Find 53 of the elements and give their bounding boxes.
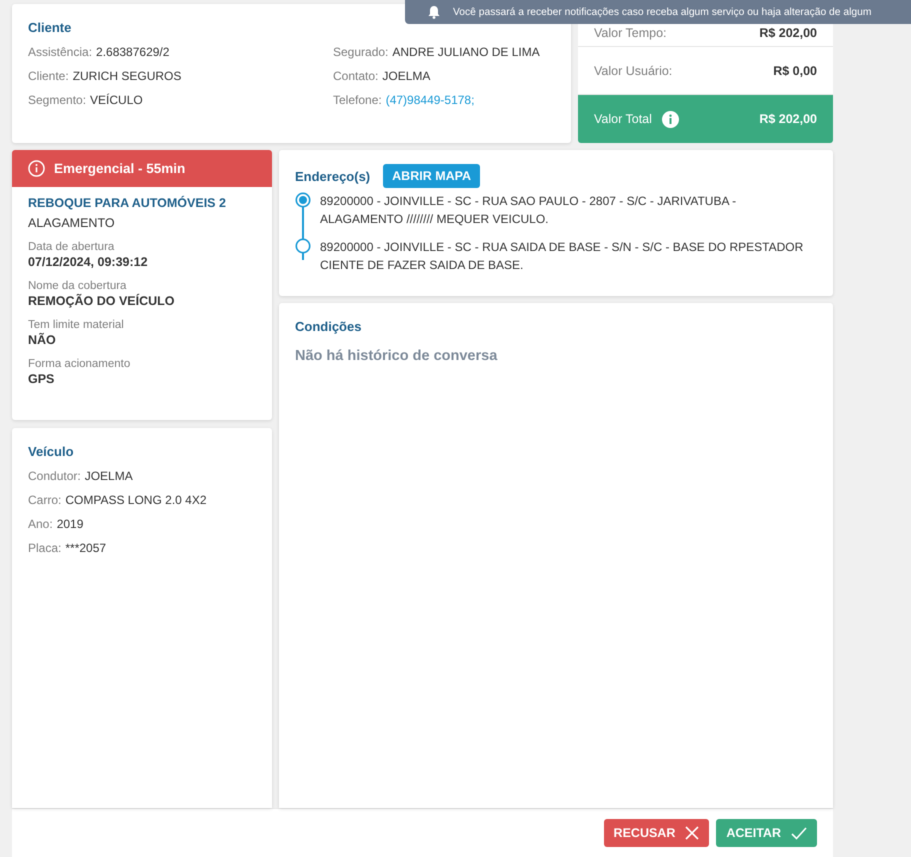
field-label: Segmento: bbox=[28, 93, 86, 107]
field-value: JOELMA bbox=[382, 69, 430, 83]
detail-label: Nome da cobertura bbox=[28, 280, 128, 292]
field-value: 2.68387629/2 bbox=[96, 45, 170, 59]
field-label: Condutor: bbox=[28, 469, 81, 483]
check-icon bbox=[791, 826, 807, 840]
card-title: Veículo bbox=[28, 444, 75, 459]
total-value: R$ 202,00 bbox=[759, 112, 817, 126]
value-amount: R$ 202,00 bbox=[759, 26, 817, 40]
accept-button[interactable]: ACEITAR bbox=[716, 819, 817, 847]
total-label: Valor Total bbox=[594, 112, 652, 126]
detail-value: 07/12/2024, 09:39:12 bbox=[28, 255, 149, 269]
detail-label: Tem limite material bbox=[28, 319, 125, 331]
detail-value: GPS bbox=[28, 372, 56, 386]
field-value: VEÍCULO bbox=[90, 93, 143, 107]
field-label: Segurado: bbox=[333, 45, 388, 59]
info-icon[interactable] bbox=[662, 110, 679, 128]
field-value: COMPASS LONG 2.0 4X2 bbox=[65, 493, 207, 507]
detail-value: NÃO bbox=[28, 333, 57, 347]
service-title: REBOQUE PARA AUTOMÓVEIS 2 bbox=[28, 196, 227, 210]
open-map-button[interactable]: ABRIR MAPA bbox=[383, 164, 480, 188]
alert-text: Emergencial - 55min bbox=[54, 161, 186, 176]
field-value: ZURICH SEGUROS bbox=[72, 69, 182, 83]
value-label: Valor Usuário: bbox=[594, 64, 674, 78]
value-amount: R$ 0,00 bbox=[773, 64, 817, 78]
address-text: 89200000 - JOINVILLE - SC - RUA SAIDA DE BASE - S/N - S/C - BASE DO RPESTADOR CIENTE DE FAZER SAIDA DE BASE. bbox=[320, 239, 804, 274]
phone-link[interactable]: (47)98449-5178; bbox=[386, 93, 474, 107]
field-value: ***2057 bbox=[65, 541, 106, 555]
field-label: Telefone: bbox=[333, 93, 382, 107]
info-icon bbox=[28, 160, 45, 177]
detail-label: Forma acionamento bbox=[28, 358, 132, 370]
card-title: Condições bbox=[295, 319, 362, 334]
toast-text: Você passará a receber notificações caso receba algum serviço ou haja alteração de algum bbox=[453, 6, 872, 18]
field-label: Contato: bbox=[333, 69, 378, 83]
field-value: JOELMA bbox=[84, 469, 133, 483]
bell-icon bbox=[427, 5, 441, 19]
field-value: 2019 bbox=[56, 517, 84, 531]
card-title: Cliente bbox=[28, 20, 72, 35]
card-title: Endereço(s) bbox=[295, 168, 370, 184]
close-icon bbox=[685, 826, 700, 840]
field-label: Assistência: bbox=[28, 45, 92, 59]
detail-label: Data de abertura bbox=[28, 241, 116, 253]
field-label: Carro: bbox=[28, 493, 62, 507]
detail-value: REMOÇÃO DO VEÍCULO bbox=[28, 294, 176, 308]
empty-message: Não há histórico de conversa bbox=[295, 348, 498, 364]
service-subtitle: ALAGAMENTO bbox=[28, 216, 116, 230]
field-label: Placa: bbox=[28, 541, 62, 555]
field-label: Ano: bbox=[28, 517, 53, 531]
field-label: Cliente: bbox=[28, 69, 69, 83]
value-label: Valor Tempo: bbox=[594, 26, 668, 40]
address-text: 89200000 - JOINVILLE - SC - RUA SAO PAULO - 2807 - S/C - JARIVATUBA - ALAGAMENTO //////// MEQUER VEICULO. bbox=[320, 193, 738, 228]
field-value: ANDRE JULIANO DE LIMA bbox=[392, 45, 540, 59]
reject-button[interactable]: RECUSAR bbox=[604, 819, 710, 847]
